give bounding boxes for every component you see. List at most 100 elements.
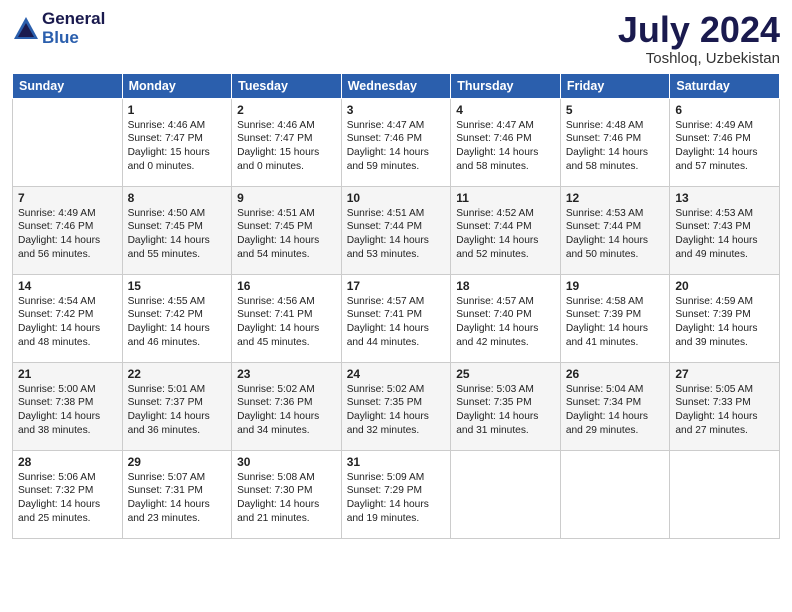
col-monday: Monday xyxy=(122,73,232,98)
calendar-cell: 29 Sunrise: 5:07 AMSunset: 7:31 PMDayligh… xyxy=(122,450,232,538)
calendar-cell: 7 Sunrise: 4:49 AMSunset: 7:46 PMDaylight… xyxy=(13,186,123,274)
day-info: Sunrise: 4:48 AMSunset: 7:46 PMDaylight:… xyxy=(566,119,665,174)
day-number: 7 xyxy=(18,191,117,205)
col-thursday: Thursday xyxy=(451,73,561,98)
day-info: Sunrise: 5:03 AMSunset: 7:35 PMDaylight:… xyxy=(456,383,555,438)
week-row-5: 28 Sunrise: 5:06 AMSunset: 7:32 PMDayligh… xyxy=(13,450,780,538)
day-info: Sunrise: 5:02 AMSunset: 7:35 PMDaylight:… xyxy=(347,383,446,438)
col-wednesday: Wednesday xyxy=(341,73,451,98)
day-number: 6 xyxy=(675,103,774,117)
calendar-body: 1Sunrise: 4:46 AMSunset: 7:47 PMDaylight… xyxy=(13,98,780,538)
day-info: Sunrise: 5:06 AMSunset: 7:32 PMDaylight:… xyxy=(18,471,117,526)
calendar-cell: 3Sunrise: 4:47 AMSunset: 7:46 PMDaylight… xyxy=(341,98,451,186)
day-number: 22 xyxy=(128,367,227,381)
col-saturday: Saturday xyxy=(670,73,780,98)
calendar-cell xyxy=(560,450,670,538)
day-info: Sunrise: 4:53 AMSunset: 7:43 PMDaylight:… xyxy=(675,207,774,262)
header-row: Sunday Monday Tuesday Wednesday Thursday… xyxy=(13,73,780,98)
calendar-cell: 30Sunrise: 5:08 AMSunset: 7:30 PMDayligh… xyxy=(232,450,342,538)
day-info: Sunrise: 4:55 AMSunset: 7:42 PMDaylight:… xyxy=(128,295,227,350)
day-number: 28 xyxy=(18,455,117,469)
day-number: 15 xyxy=(128,279,227,293)
day-info: Sunrise: 4:51 AMSunset: 7:45 PMDaylight:… xyxy=(237,207,336,262)
calendar-cell: 28 Sunrise: 5:06 AMSunset: 7:32 PMDayligh… xyxy=(13,450,123,538)
week-row-1: 1Sunrise: 4:46 AMSunset: 7:47 PMDaylight… xyxy=(13,98,780,186)
calendar-cell: 1Sunrise: 4:46 AMSunset: 7:47 PMDaylight… xyxy=(122,98,232,186)
day-number: 5 xyxy=(566,103,665,117)
calendar-cell: 20 Sunrise: 4:59 AMSunset: 7:39 PMDayligh… xyxy=(670,274,780,362)
day-info: Sunrise: 4:49 AMSunset: 7:46 PMDaylight:… xyxy=(18,207,117,262)
day-info: Sunrise: 4:58 AMSunset: 7:39 PMDaylight:… xyxy=(566,295,665,350)
day-number: 13 xyxy=(675,191,774,205)
logo-general-text: General xyxy=(42,10,105,29)
day-number: 29 xyxy=(128,455,227,469)
day-info: Sunrise: 5:07 AMSunset: 7:31 PMDaylight:… xyxy=(128,471,227,526)
day-info: Sunrise: 4:53 AMSunset: 7:44 PMDaylight:… xyxy=(566,207,665,262)
calendar-location: Toshloq, Uzbekistan xyxy=(618,50,780,67)
day-info: Sunrise: 4:51 AMSunset: 7:44 PMDaylight:… xyxy=(347,207,446,262)
col-friday: Friday xyxy=(560,73,670,98)
calendar-cell: 22 Sunrise: 5:01 AMSunset: 7:37 PMDayligh… xyxy=(122,362,232,450)
logo: General Blue xyxy=(12,10,105,47)
calendar-header: Sunday Monday Tuesday Wednesday Thursday… xyxy=(13,73,780,98)
calendar-cell: 15 Sunrise: 4:55 AMSunset: 7:42 PMDayligh… xyxy=(122,274,232,362)
calendar-cell: 24 Sunrise: 5:02 AMSunset: 7:35 PMDayligh… xyxy=(341,362,451,450)
calendar-cell: 4 Sunrise: 4:47 AMSunset: 7:46 PMDaylight… xyxy=(451,98,561,186)
day-info: Sunrise: 5:02 AMSunset: 7:36 PMDaylight:… xyxy=(237,383,336,438)
calendar-cell: 31Sunrise: 5:09 AMSunset: 7:29 PMDayligh… xyxy=(341,450,451,538)
day-info: Sunrise: 5:00 AMSunset: 7:38 PMDaylight:… xyxy=(18,383,117,438)
calendar-cell: 17 Sunrise: 4:57 AMSunset: 7:41 PMDayligh… xyxy=(341,274,451,362)
col-tuesday: Tuesday xyxy=(232,73,342,98)
week-row-2: 7 Sunrise: 4:49 AMSunset: 7:46 PMDaylight… xyxy=(13,186,780,274)
day-number: 14 xyxy=(18,279,117,293)
week-row-3: 14Sunrise: 4:54 AMSunset: 7:42 PMDayligh… xyxy=(13,274,780,362)
calendar-cell: 14Sunrise: 4:54 AMSunset: 7:42 PMDayligh… xyxy=(13,274,123,362)
calendar-cell: 23 Sunrise: 5:02 AMSunset: 7:36 PMDayligh… xyxy=(232,362,342,450)
day-info: Sunrise: 4:49 AMSunset: 7:46 PMDaylight:… xyxy=(675,119,774,174)
header: General Blue July 2024 Toshloq, Uzbekist… xyxy=(12,10,780,67)
calendar-cell: 18 Sunrise: 4:57 AMSunset: 7:40 PMDayligh… xyxy=(451,274,561,362)
day-number: 16 xyxy=(237,279,336,293)
day-info: Sunrise: 4:57 AMSunset: 7:40 PMDaylight:… xyxy=(456,295,555,350)
logo-text: General Blue xyxy=(42,10,105,47)
day-info: Sunrise: 5:01 AMSunset: 7:37 PMDaylight:… xyxy=(128,383,227,438)
day-number: 10 xyxy=(347,191,446,205)
calendar-cell: 6 Sunrise: 4:49 AMSunset: 7:46 PMDaylight… xyxy=(670,98,780,186)
calendar-table: Sunday Monday Tuesday Wednesday Thursday… xyxy=(12,73,780,539)
logo-blue-text: Blue xyxy=(42,29,105,48)
calendar-title: July 2024 xyxy=(618,10,780,50)
day-number: 21 xyxy=(18,367,117,381)
day-info: Sunrise: 4:50 AMSunset: 7:45 PMDaylight:… xyxy=(128,207,227,262)
page: General Blue July 2024 Toshloq, Uzbekist… xyxy=(0,0,792,612)
calendar-cell: 2Sunrise: 4:46 AMSunset: 7:47 PMDaylight… xyxy=(232,98,342,186)
title-block: July 2024 Toshloq, Uzbekistan xyxy=(618,10,780,67)
day-number: 12 xyxy=(566,191,665,205)
day-number: 19 xyxy=(566,279,665,293)
calendar-cell: 11Sunrise: 4:52 AMSunset: 7:44 PMDayligh… xyxy=(451,186,561,274)
calendar-cell: 27 Sunrise: 5:05 AMSunset: 7:33 PMDayligh… xyxy=(670,362,780,450)
day-number: 8 xyxy=(128,191,227,205)
day-info: Sunrise: 4:47 AMSunset: 7:46 PMDaylight:… xyxy=(347,119,446,174)
calendar-cell: 26Sunrise: 5:04 AMSunset: 7:34 PMDayligh… xyxy=(560,362,670,450)
calendar-cell: 21 Sunrise: 5:00 AMSunset: 7:38 PMDayligh… xyxy=(13,362,123,450)
day-number: 17 xyxy=(347,279,446,293)
col-sunday: Sunday xyxy=(13,73,123,98)
day-info: Sunrise: 4:56 AMSunset: 7:41 PMDaylight:… xyxy=(237,295,336,350)
logo-icon xyxy=(12,15,40,43)
day-number: 24 xyxy=(347,367,446,381)
day-info: Sunrise: 4:52 AMSunset: 7:44 PMDaylight:… xyxy=(456,207,555,262)
calendar-cell: 8 Sunrise: 4:50 AMSunset: 7:45 PMDaylight… xyxy=(122,186,232,274)
day-info: Sunrise: 4:47 AMSunset: 7:46 PMDaylight:… xyxy=(456,119,555,174)
day-number: 18 xyxy=(456,279,555,293)
day-number: 20 xyxy=(675,279,774,293)
day-info: Sunrise: 4:59 AMSunset: 7:39 PMDaylight:… xyxy=(675,295,774,350)
day-number: 27 xyxy=(675,367,774,381)
day-number: 30 xyxy=(237,455,336,469)
day-info: Sunrise: 5:05 AMSunset: 7:33 PMDaylight:… xyxy=(675,383,774,438)
calendar-cell: 9Sunrise: 4:51 AMSunset: 7:45 PMDaylight… xyxy=(232,186,342,274)
day-number: 4 xyxy=(456,103,555,117)
day-info: Sunrise: 4:57 AMSunset: 7:41 PMDaylight:… xyxy=(347,295,446,350)
calendar-cell xyxy=(451,450,561,538)
day-number: 23 xyxy=(237,367,336,381)
week-row-4: 21 Sunrise: 5:00 AMSunset: 7:38 PMDayligh… xyxy=(13,362,780,450)
